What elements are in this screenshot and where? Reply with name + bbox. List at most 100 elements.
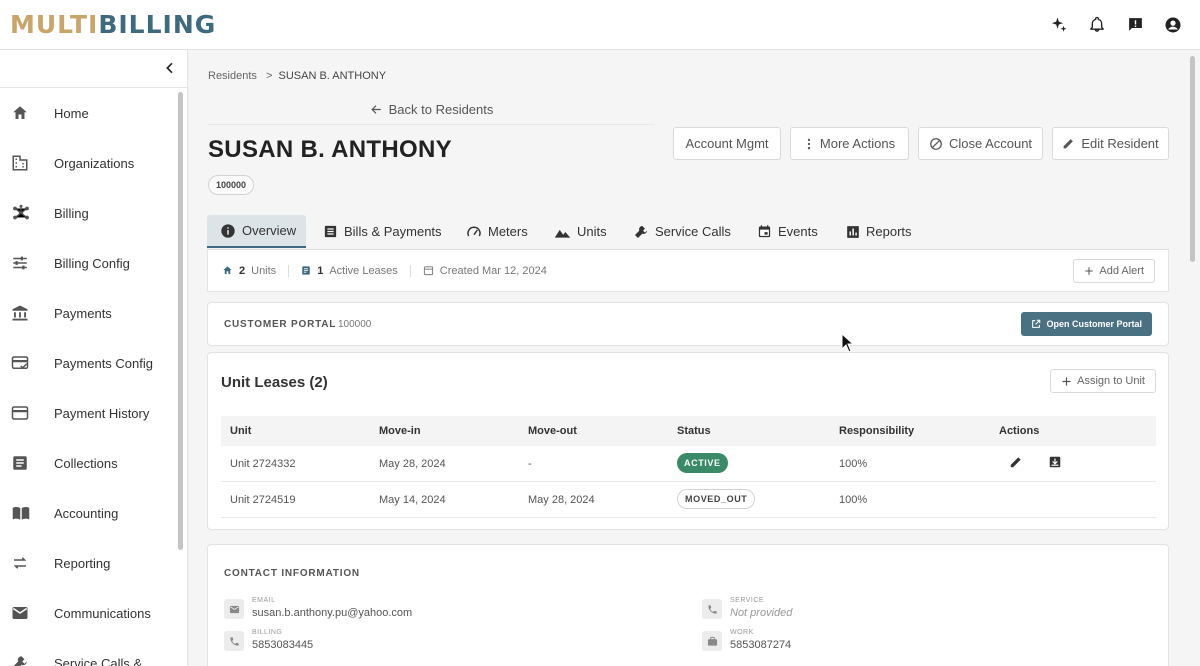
sidebar-item-payments-config[interactable]: Payments Config bbox=[0, 343, 175, 383]
leases-label: Active Leases bbox=[329, 264, 398, 277]
contact-information-card: CONTACT INFORMATION EMAIL susan.b.anthon… bbox=[207, 544, 1169, 666]
tab-label: Events bbox=[778, 224, 818, 239]
brand-part-2: BILLING bbox=[98, 10, 217, 39]
breadcrumb: Residents > SUSAN B. ANTHONY bbox=[208, 70, 386, 82]
add-alert-button[interactable]: Add Alert bbox=[1073, 259, 1155, 283]
leases-count: 1 bbox=[317, 264, 324, 277]
sidebar-item-reporting[interactable]: Reporting bbox=[0, 543, 175, 583]
sidebar-item-label: Payments Config bbox=[54, 355, 153, 371]
add-alert-label: Add Alert bbox=[1099, 265, 1144, 277]
sidebar-scrollbar[interactable] bbox=[178, 92, 183, 550]
tab-label: Units bbox=[577, 224, 607, 239]
sidebar-item-accounting[interactable]: Accounting bbox=[0, 493, 175, 533]
back-to-residents-button[interactable]: Back to Residents bbox=[208, 95, 655, 125]
sidebar-item-label: Service Calls & bbox=[54, 655, 143, 666]
tab-events[interactable]: Events bbox=[757, 215, 818, 248]
tab-meters[interactable]: Meters bbox=[466, 215, 528, 248]
tab-overview[interactable]: Overview bbox=[207, 215, 306, 248]
column-header-unit: Unit bbox=[230, 425, 252, 437]
sidebar-item-label: Payments bbox=[54, 305, 112, 321]
tab-reports[interactable]: Reports bbox=[846, 215, 912, 248]
table-header: Unit Move-in Move-out Status Responsibil… bbox=[221, 416, 1156, 446]
more-actions-label: More Actions bbox=[819, 136, 896, 151]
cell-move-out: May 28, 2024 bbox=[528, 494, 595, 506]
sidebar-item-payment-history[interactable]: Payment History bbox=[0, 393, 175, 433]
assign-to-unit-button[interactable]: Assign to Unit bbox=[1050, 369, 1156, 393]
pencil-icon bbox=[1062, 137, 1075, 150]
sidebar-item-label: Collections bbox=[54, 455, 118, 471]
account-mgmt-button[interactable]: Account Mgmt bbox=[673, 127, 781, 160]
plus-icon bbox=[1084, 266, 1094, 276]
contact-email: EMAIL susan.b.anthony.pu@yahoo.com bbox=[224, 595, 524, 625]
contact-email-value[interactable]: susan.b.anthony.pu@yahoo.com bbox=[252, 607, 412, 619]
units-label: Units bbox=[251, 264, 277, 277]
status-badge: MOVED_OUT bbox=[677, 489, 756, 509]
sidebar-item-service-calls[interactable]: Service Calls & bbox=[0, 643, 175, 666]
units-summary: 2 Units bbox=[222, 265, 276, 277]
edit-lease-icon[interactable] bbox=[1009, 455, 1025, 471]
payments-config-icon bbox=[11, 354, 29, 372]
sidebar-item-communications[interactable]: Communications bbox=[0, 593, 175, 633]
column-header-actions: Actions bbox=[999, 425, 1040, 437]
column-header-move-out: Move-out bbox=[528, 425, 577, 437]
account-icon[interactable] bbox=[1163, 15, 1183, 35]
bank-icon bbox=[11, 304, 29, 322]
more-actions-button[interactable]: More Actions bbox=[790, 127, 909, 160]
arrow-left-icon bbox=[370, 103, 383, 116]
leases-summary: 1 Active Leases bbox=[301, 265, 398, 277]
sidebar-item-home[interactable]: Home bbox=[0, 93, 175, 133]
breadcrumb-current: SUSAN B. ANTHONY bbox=[278, 70, 387, 82]
sparkle-icon[interactable] bbox=[1049, 15, 1069, 35]
customer-portal-card: CUSTOMER PORTAL 100000 Open Customer Por… bbox=[207, 302, 1169, 346]
mail-icon bbox=[11, 604, 29, 622]
contact-billing-value[interactable]: 5853083445 bbox=[252, 639, 313, 651]
resident-id-badge: 100000 bbox=[208, 175, 255, 195]
feedback-icon[interactable] bbox=[1125, 15, 1145, 35]
briefcase-icon bbox=[702, 631, 722, 651]
bell-icon[interactable] bbox=[1087, 15, 1107, 35]
main-scrollbar[interactable] bbox=[1190, 56, 1195, 262]
move-out-icon[interactable] bbox=[1048, 455, 1064, 471]
plus-icon bbox=[1061, 376, 1072, 387]
collections-icon bbox=[11, 454, 29, 472]
phone-icon bbox=[224, 631, 244, 651]
cell-move-in: May 28, 2024 bbox=[379, 458, 446, 470]
table-row: Unit 2724519 May 14, 2024 May 28, 2024 M… bbox=[221, 482, 1156, 518]
breadcrumb-residents-link[interactable]: Residents bbox=[208, 70, 257, 82]
sidebar-item-label: Home bbox=[54, 105, 89, 121]
tab-label: Bills & Payments bbox=[344, 224, 442, 239]
info-icon bbox=[220, 223, 236, 239]
tab-bills-payments[interactable]: Bills & Payments bbox=[323, 215, 442, 248]
cell-responsibility: 100% bbox=[839, 458, 868, 470]
cell-unit: Unit 2724519 bbox=[230, 494, 296, 506]
back-to-residents-label: Back to Residents bbox=[388, 102, 494, 117]
tab-label: Service Calls bbox=[655, 224, 731, 239]
cell-move-in: May 14, 2024 bbox=[379, 494, 446, 506]
email-icon bbox=[224, 599, 244, 619]
edit-resident-button[interactable]: Edit Resident bbox=[1052, 127, 1169, 160]
sidebar-item-label: Billing bbox=[54, 205, 89, 221]
sidebar-item-collections[interactable]: Collections bbox=[0, 443, 175, 483]
sidebar-item-payments[interactable]: Payments bbox=[0, 293, 175, 333]
collapse-sidebar-icon[interactable] bbox=[162, 60, 178, 76]
tab-service-calls[interactable]: Service Calls bbox=[633, 215, 731, 248]
sidebar: Home Organizations Billing Billing Confi… bbox=[0, 50, 188, 666]
brand-logo[interactable]: MULTIBILLING bbox=[10, 10, 216, 39]
organizations-icon bbox=[11, 154, 29, 172]
sidebar-item-label: Reporting bbox=[54, 555, 111, 571]
more-vert-icon bbox=[804, 137, 814, 151]
open-customer-portal-button[interactable]: Open Customer Portal bbox=[1021, 312, 1152, 336]
created-summary: Created Mar 12, 2024 bbox=[423, 265, 547, 277]
calendar-icon bbox=[423, 265, 434, 276]
close-account-button[interactable]: Close Account bbox=[918, 127, 1043, 160]
sidebar-item-organizations[interactable]: Organizations bbox=[0, 143, 175, 183]
sidebar-item-billing[interactable]: Billing bbox=[0, 193, 175, 233]
tab-bar: Overview Bills & Payments Meters Units S… bbox=[207, 215, 1169, 249]
customer-portal-id: 100000 bbox=[338, 319, 372, 330]
contact-work-value[interactable]: 5853087274 bbox=[730, 639, 791, 651]
sliders-icon bbox=[11, 254, 29, 272]
unit-leases-title: Unit Leases (2) bbox=[221, 374, 328, 391]
sidebar-item-billing-config[interactable]: Billing Config bbox=[0, 243, 175, 283]
tab-units[interactable]: Units bbox=[554, 215, 607, 248]
cell-unit: Unit 2724332 bbox=[230, 458, 296, 470]
